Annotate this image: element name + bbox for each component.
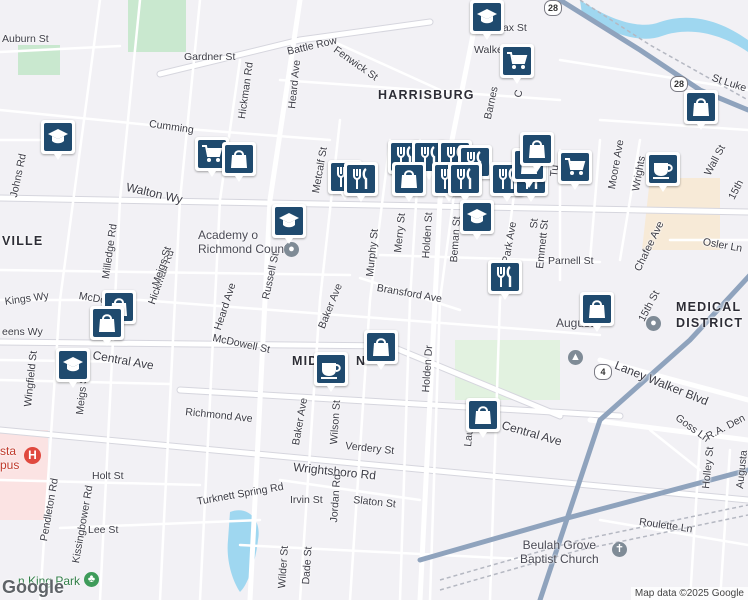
shopping-bag-icon	[395, 165, 423, 193]
university-marker-icon[interactable]: ▲	[568, 350, 583, 365]
map-canvas[interactable]: HARRISBURG VILLE MEDICAL DISTRICT MID N …	[0, 0, 748, 600]
restaurant-icon	[451, 165, 479, 193]
area-label-medical: MEDICAL	[676, 300, 742, 314]
shopping-bag-icon	[583, 295, 611, 323]
map-marker-school[interactable]	[56, 348, 90, 388]
coffee-icon	[649, 155, 677, 183]
school-icon	[44, 123, 72, 151]
map-marker-shopping-bag[interactable]	[364, 330, 398, 370]
map-marker-restaurant[interactable]	[488, 260, 522, 300]
map-marker-cart[interactable]	[500, 44, 534, 84]
street-label: St	[528, 218, 541, 229]
shopping-bag-icon	[687, 93, 715, 121]
restaurant-icon	[491, 263, 519, 291]
street-label: Irvin St	[290, 494, 323, 506]
street-label: Auburn St	[2, 33, 49, 45]
map-marker-shopping-bag[interactable]	[222, 142, 256, 182]
map-marker-shopping-bag[interactable]	[466, 398, 500, 438]
google-logo: Google	[2, 577, 64, 597]
map-marker-coffee[interactable]	[314, 352, 348, 392]
hospital-line-2: pus	[0, 458, 20, 472]
street-label: Lee St	[88, 524, 119, 536]
street-label: Parnell St	[548, 255, 594, 267]
school-icon	[463, 203, 491, 231]
medical-district-marker-icon[interactable]: ●	[646, 316, 661, 331]
school-icon	[59, 351, 87, 379]
park-icon[interactable]: ♣	[84, 572, 99, 587]
map-marker-restaurant[interactable]	[344, 162, 378, 202]
street-label: Gardner St	[184, 51, 236, 63]
cart-icon	[561, 153, 589, 181]
map-marker-shopping-bag[interactable]	[520, 132, 554, 172]
cart-icon	[503, 47, 531, 75]
map-marker-restaurant[interactable]	[448, 162, 482, 202]
academy-marker-icon[interactable]: ●	[284, 242, 299, 257]
map-marker-school[interactable]	[470, 0, 504, 40]
map-marker-coffee[interactable]	[646, 152, 680, 192]
school-icon	[275, 207, 303, 235]
academy-line-2: Richmond County	[198, 242, 294, 256]
hospital-icon[interactable]: H	[24, 447, 41, 464]
academy-line-1: Academy o	[198, 228, 259, 242]
place-label-hospital[interactable]: sta pus	[0, 444, 19, 472]
area-label-ville: VILLE	[2, 234, 44, 248]
map-marker-shopping-bag[interactable]	[684, 90, 718, 130]
shopping-bag-icon	[523, 135, 551, 163]
shopping-bag-icon	[225, 145, 253, 173]
area-label-harrisburg: HARRISBURG	[378, 88, 475, 102]
map-marker-school[interactable]	[272, 204, 306, 244]
place-label-beulah-grove[interactable]: Beulah Grove Baptist Church	[520, 538, 599, 566]
street-label: Walke	[474, 44, 503, 56]
area-label-district: DISTRICT	[676, 316, 744, 330]
map-marker-shopping-bag[interactable]	[580, 292, 614, 332]
route-28-shield: 28	[544, 0, 562, 16]
shopping-bag-icon	[93, 309, 121, 337]
restaurant-icon	[347, 165, 375, 193]
map-attribution: Map data ©2025 Google	[630, 587, 748, 600]
map-marker-cart[interactable]	[558, 150, 592, 190]
map-marker-shopping-bag[interactable]	[90, 306, 124, 346]
hospital-line-1: sta	[0, 444, 17, 458]
shopping-bag-icon	[367, 333, 395, 361]
beulah-line-1: Beulah Grove	[522, 538, 597, 552]
beulah-line-2: Baptist Church	[520, 552, 599, 566]
map-marker-shopping-bag[interactable]	[392, 162, 426, 202]
shopping-bag-icon	[469, 401, 497, 429]
street-label: fax St	[500, 22, 527, 34]
school-icon	[473, 3, 501, 31]
map-marker-school[interactable]	[460, 200, 494, 240]
street-label: eens Wy	[2, 326, 43, 338]
church-icon[interactable]: ✝	[612, 542, 627, 557]
coffee-icon	[317, 355, 345, 383]
route-4-shield: 4	[594, 364, 612, 380]
street-label: Holt St	[92, 470, 124, 482]
map-marker-school[interactable]	[41, 120, 75, 160]
